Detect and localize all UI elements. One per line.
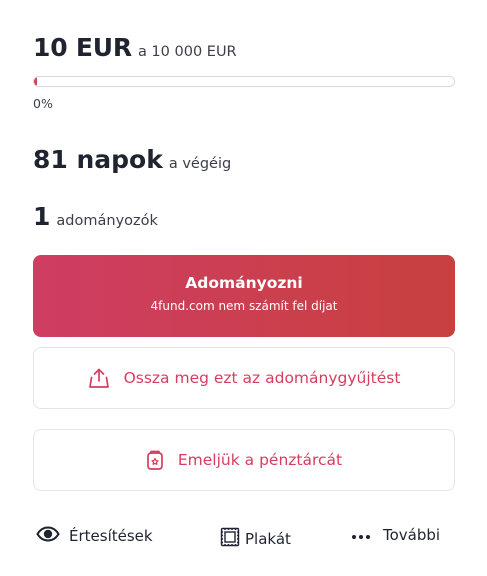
action-links: Értesítések Plakát További — [33, 526, 455, 548]
share-icon — [88, 367, 110, 389]
raised-amount: 10 EUR — [33, 33, 132, 62]
wallet-icon — [146, 449, 164, 471]
more-link[interactable]: További — [351, 526, 440, 544]
progress-bar — [33, 76, 455, 87]
donors-row: 1 adományozók — [33, 202, 158, 231]
days-left-label: a végéig — [168, 156, 232, 172]
progress-percent: 0% — [33, 96, 53, 111]
days-left-value: 81 napok — [33, 145, 163, 174]
notifications-link[interactable]: Értesítések — [36, 526, 153, 546]
wallet-button-label: Emeljük a pénztárcát — [177, 451, 343, 469]
more-dots-icon — [351, 526, 371, 544]
notifications-label: Értesítések — [69, 527, 153, 545]
poster-link[interactable]: Plakát — [219, 526, 291, 552]
days-left-row: 81 napok a végéig — [33, 145, 231, 174]
goal-amount: a 10 000 EUR — [137, 44, 237, 60]
donate-button-subtitle: 4fund.com nem számít fel díjat — [150, 299, 338, 313]
donate-button-title: Adományozni — [185, 274, 303, 292]
wallet-button[interactable]: Emeljük a pénztárcát — [33, 429, 455, 491]
share-button-label: Ossza meg ezt az adománygyűjtést — [123, 369, 401, 387]
poster-icon — [219, 526, 241, 552]
poster-label: Plakát — [245, 530, 291, 548]
donors-count: 1 — [33, 202, 51, 231]
raised-amount-row: 10 EUR a 10 000 EUR — [33, 33, 237, 62]
donate-button[interactable]: Adományozni 4fund.com nem számít fel díj… — [33, 255, 455, 337]
more-label: További — [383, 526, 441, 544]
donors-label: adományozók — [56, 213, 158, 229]
eye-icon — [36, 526, 60, 546]
progress-fill — [34, 77, 37, 86]
share-fundraiser-button[interactable]: Ossza meg ezt az adománygyűjtést — [33, 347, 455, 409]
